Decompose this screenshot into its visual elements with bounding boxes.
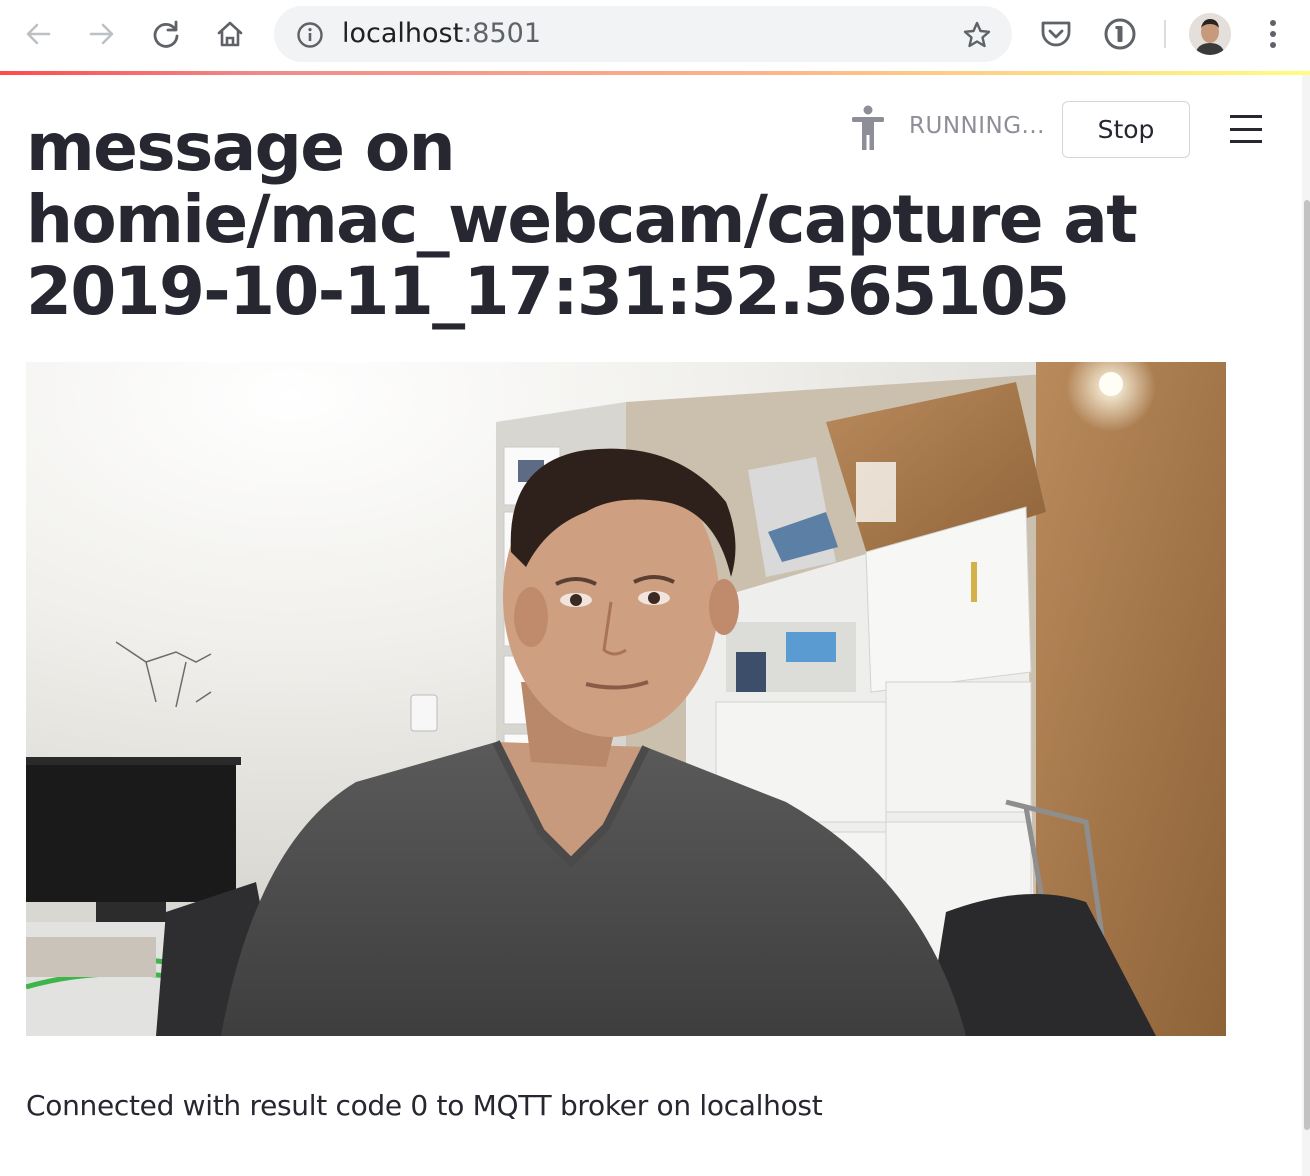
more-menu-icon[interactable]: [1258, 16, 1288, 52]
browser-toolbar: localhost:8501: [0, 0, 1310, 72]
back-arrow-icon[interactable]: [18, 14, 58, 54]
scrollbar-thumb[interactable]: [1304, 200, 1310, 1130]
info-icon[interactable]: [296, 21, 324, 49]
url-text: localhost:8501: [342, 18, 541, 50]
page-title: message on homie/mac_webcam/capture at 2…: [26, 109, 1138, 330]
url-host: localhost: [342, 18, 464, 49]
toolbar-separator: [1164, 20, 1166, 48]
bookmark-star-icon[interactable]: [962, 20, 992, 50]
address-bar[interactable]: localhost:8501: [274, 6, 1012, 62]
reload-icon[interactable]: [146, 14, 186, 54]
url-port: :8501: [463, 18, 542, 49]
forward-arrow-icon[interactable]: [82, 14, 122, 54]
app-decoration-bar: [0, 71, 1310, 75]
hamburger-menu-icon[interactable]: [1230, 114, 1262, 144]
profile-avatar[interactable]: [1189, 13, 1231, 55]
mqtt-status-message: Connected with result code 0 to MQTT bro…: [26, 1089, 823, 1122]
pocket-icon[interactable]: [1038, 16, 1074, 52]
home-icon[interactable]: [210, 14, 250, 54]
password-manager-icon[interactable]: [1102, 16, 1138, 52]
webcam-image: [26, 362, 1226, 1036]
